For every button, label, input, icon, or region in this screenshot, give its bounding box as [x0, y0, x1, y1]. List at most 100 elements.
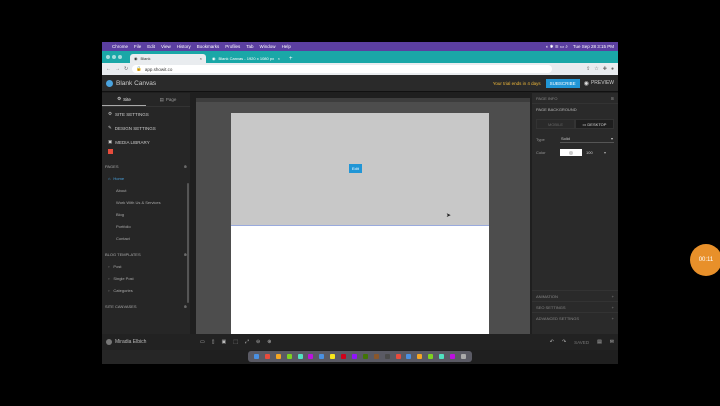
trial-notice[interactable]: Your trial ends in 4 days [493, 81, 541, 86]
new-tab-icon[interactable]: + [286, 54, 296, 63]
collapse-icon[interactable]: ⊞ [611, 96, 614, 101]
view-tools: ▭ ▯ ▣ ⬚ ⤢ ⊖ ⊕ [200, 339, 271, 345]
add-canvas-icon[interactable]: ⊕ [184, 304, 187, 309]
app-icon[interactable] [286, 354, 292, 359]
tab-site[interactable]: ⚙ Site [102, 93, 146, 106]
opacity-input[interactable]: 100 [586, 150, 600, 155]
site-settings-row[interactable]: ⚙ SITE SETTINGS [102, 107, 190, 121]
browser-tab-blank[interactable]: ◉ Blank × [130, 54, 206, 63]
mobile-toggle[interactable]: MOBILE [536, 119, 575, 129]
profile-icon[interactable]: ● [611, 66, 614, 72]
site-canvases-header: SITE CANVASES ⊕ [102, 300, 190, 312]
sidebar-item-blog[interactable]: Blog [102, 208, 190, 220]
forward-icon[interactable]: → [115, 66, 120, 72]
launchpad-icon[interactable] [264, 354, 270, 359]
app-icon[interactable] [308, 354, 314, 359]
menu-view[interactable]: View [161, 44, 171, 49]
canvas-section-top[interactable]: Edit ➤ [231, 113, 489, 226]
animation-row[interactable]: ANIMATION + [532, 290, 618, 301]
menu-profiles[interactable]: Profiles [225, 44, 240, 49]
chat-icon[interactable]: ✉ [610, 339, 614, 345]
fullscreen-icon[interactable]: ⤢ [245, 339, 249, 345]
design-settings-row[interactable]: ✎ DESIGN SETTINGS [102, 121, 190, 135]
reload-icon[interactable]: ↻ [124, 66, 128, 72]
split-view-icon[interactable]: ▣ [222, 339, 227, 345]
desktop-toggle[interactable]: ▭ DESKTOP [575, 119, 614, 129]
recording-timer[interactable]: 00:11 [690, 244, 720, 276]
app-icon[interactable] [319, 354, 325, 359]
site-name[interactable]: Blank Canvas [116, 80, 156, 87]
app-icon[interactable] [395, 354, 401, 359]
bg-color-picker[interactable] [560, 149, 582, 156]
app-icon[interactable] [449, 354, 455, 359]
sidebar-item-contact[interactable]: Contact [102, 232, 190, 244]
app-icon[interactable] [362, 354, 368, 359]
menu-help[interactable]: Help [282, 44, 291, 49]
app-icon[interactable] [341, 354, 347, 359]
sidebar-scrollbar[interactable] [187, 183, 189, 303]
file-icon[interactable]: ▤ [597, 339, 602, 345]
app-icon[interactable] [330, 354, 336, 359]
sidebar-item-work-with-us[interactable]: Work With Us & Services [102, 196, 190, 208]
design-canvas[interactable]: Edit ➤ [196, 98, 530, 334]
add-page-icon[interactable]: ⊕ [184, 164, 187, 169]
zoom-in-icon[interactable]: ⊕ [267, 339, 271, 345]
chevron-down-icon[interactable]: ▾ [604, 150, 606, 155]
close-tab-icon[interactable]: × [278, 56, 280, 61]
save-status[interactable]: SAVED [574, 340, 589, 345]
app-icon[interactable] [297, 354, 303, 359]
undo-icon[interactable]: ↶ [550, 339, 554, 345]
app-icon[interactable] [275, 354, 281, 359]
page-artboard[interactable]: Edit ➤ [231, 113, 489, 334]
edit-button[interactable]: Edit [349, 164, 362, 173]
extensions-icon[interactable]: ✚ [603, 66, 607, 72]
sidebar-item-about[interactable]: About [102, 184, 190, 196]
app-icon[interactable] [417, 354, 423, 359]
sidebar-item-home[interactable]: ⌂ Home [102, 172, 190, 184]
redo-icon[interactable]: ↷ [562, 339, 566, 345]
app-icon[interactable] [384, 354, 390, 359]
zoom-out-icon[interactable]: ⊖ [256, 339, 260, 345]
menu-app-name[interactable]: Chrome [112, 44, 128, 49]
url-field[interactable]: 🔒 app.showit.co [132, 65, 553, 73]
sidebar-item-categories[interactable]: ▫ Categories [102, 284, 190, 296]
maximize-window-icon[interactable] [118, 55, 122, 59]
mobile-view-icon[interactable]: ▯ [212, 339, 215, 345]
app-icon[interactable] [439, 354, 445, 359]
tab-page[interactable]: ▤ Page [146, 93, 190, 106]
trash-icon[interactable] [460, 354, 466, 359]
sidebar-item-portfolio[interactable]: Portfolio [102, 220, 190, 232]
media-library-row[interactable]: ▣ MEDIA LIBRARY [102, 135, 190, 149]
finder-icon[interactable] [253, 354, 259, 359]
sidebar-item-single-post[interactable]: ▫ Single Post [102, 272, 190, 284]
subscribe-button[interactable]: SUBSCRIBE [545, 78, 580, 88]
share-icon[interactable]: ⇪ [586, 66, 590, 72]
app-icon[interactable] [373, 354, 379, 359]
seo-settings-row[interactable]: SEO SETTINGS + [532, 301, 618, 312]
close-tab-icon[interactable]: × [200, 56, 202, 61]
back-icon[interactable]: ← [106, 66, 111, 72]
bg-type-select[interactable]: Solid ▾ [560, 136, 614, 143]
sidebar-item-post[interactable]: ▫ Post [102, 260, 190, 272]
menu-history[interactable]: History [177, 44, 191, 49]
menu-edit[interactable]: Edit [147, 44, 155, 49]
preview-button[interactable]: PREVIEW [591, 80, 614, 86]
menu-file[interactable]: File [134, 44, 141, 49]
app-icon[interactable] [351, 354, 357, 359]
status-icons[interactable]: ◐ ✱ ≋ ▭ ⌕ [546, 44, 568, 50]
advanced-settings-row[interactable]: ADVANCED SETTINGS + [532, 312, 618, 323]
close-window-icon[interactable] [106, 55, 110, 59]
user-account[interactable]: Miradia Elbich [106, 339, 196, 345]
menu-bookmarks[interactable]: Bookmarks [197, 44, 220, 49]
app-icon[interactable] [428, 354, 434, 359]
app-icon[interactable] [406, 354, 412, 359]
fit-icon[interactable]: ⬚ [233, 339, 238, 345]
desktop-view-icon[interactable]: ▭ [200, 339, 205, 345]
star-icon[interactable]: ☆ [594, 66, 598, 72]
minimize-window-icon[interactable] [112, 55, 116, 59]
menu-clock[interactable]: Tue Sep 28 3:15 PM [573, 44, 614, 49]
browser-tab-canvas[interactable]: ◉ Blank Canvas - 1920 x 1080 px × [208, 54, 284, 63]
menu-tab[interactable]: Tab [246, 44, 253, 49]
menu-window[interactable]: Window [260, 44, 276, 49]
page-info-header[interactable]: PAGE INFO ⊞ [532, 93, 618, 104]
